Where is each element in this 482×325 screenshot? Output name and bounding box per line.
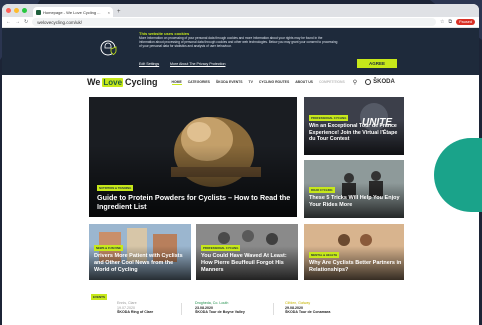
article-tag: NEWS & FUN FINE [94, 245, 123, 251]
article-title: These 5 Tricks Will Help You Enjoy Your … [309, 195, 400, 208]
forward-arrow-icon[interactable]: → [15, 19, 20, 25]
menu-home[interactable]: HOME [171, 80, 182, 85]
site-logo[interactable]: We Love Cycling [87, 77, 158, 87]
article-tag: NUTRITION & TRAINING [97, 185, 134, 191]
article-card-beuffeuil[interactable]: PROFESSIONAL CYCLING You Could Have Wave… [196, 224, 298, 280]
menu-skoda-events[interactable]: ŠKODA EVENTS [216, 80, 243, 85]
article-title: Win an Exceptional Tour de France Experi… [309, 123, 398, 142]
skoda-wordmark: ŠKODA [373, 79, 395, 85]
article-title: Why Are Cyclists Better Partners in Rela… [309, 260, 402, 273]
article-card-drivers[interactable]: NEWS & FUN FINE Drivers More Patient wit… [89, 224, 191, 280]
event-name: ŠKODA Ring of Clare [117, 310, 154, 315]
cookie-text: More information on processing of your p… [139, 36, 338, 48]
search-icon[interactable]: ⚲ [353, 79, 357, 86]
maximize-window-button[interactable] [22, 8, 27, 13]
back-arrow-icon[interactable]: ← [6, 19, 11, 25]
article-title: You Could Have Waved At Least: How Pierr… [201, 253, 287, 273]
tab-title: Homepage - We Love Cycling ... [43, 9, 101, 15]
cookie-shield-icon [100, 40, 117, 56]
events-tag: EVENTS [91, 294, 108, 300]
extension-icon[interactable]: ⧉ [449, 19, 453, 25]
skoda-logo[interactable]: ŠKODA [365, 79, 395, 85]
new-tab-button[interactable]: + [117, 7, 121, 17]
profile-paused-button[interactable]: Paused [456, 19, 475, 25]
tab-close-icon[interactable]: × [108, 10, 110, 15]
article-card-partners[interactable]: MENTAL & HEALTH Why Are Cyclists Better … [304, 224, 404, 280]
skoda-emblem-icon [365, 79, 372, 85]
logo-we: We [87, 77, 101, 87]
minimize-window-button[interactable] [14, 8, 19, 13]
menu-categories[interactable]: CATEGORIES [188, 80, 210, 85]
tab-bar: Homepage - We Love Cycling ... × + [2, 4, 479, 17]
article-tag: MENTAL & HEALTH [309, 252, 340, 258]
article-tag: PROFESSIONAL CYCLING [309, 115, 349, 121]
close-window-button[interactable] [6, 8, 11, 13]
menu-competitions[interactable]: COMPETITIONS [319, 80, 345, 85]
article-tag: PROFESSIONAL CYCLING [201, 245, 241, 251]
site-navigation: We Love Cycling HOME CATEGORIES ŠKODA EV… [87, 75, 407, 89]
article-card-hero[interactable]: NUTRITION & TRAINING Guide to Protein Po… [89, 97, 297, 217]
event-item[interactable]: Ennis, Clare 19.07.2020 ŠKODA Ring of Cl… [117, 301, 153, 315]
star-icon[interactable]: ☆ [440, 19, 444, 25]
article-tag: ROAD CYCLING [309, 187, 335, 193]
edit-settings-link[interactable]: Edit Settings [139, 62, 159, 66]
menu-cycling-routes[interactable]: CYCLING ROUTES [259, 80, 289, 85]
divider [181, 303, 182, 315]
cookie-banner: This website uses cookies More informati… [2, 28, 479, 75]
menu-tv[interactable]: TV [249, 80, 253, 85]
logo-love: Love [102, 77, 124, 87]
article-card-five-tricks[interactable]: ROAD CYCLING These 5 Tricks Will Help Yo… [304, 160, 404, 218]
privacy-link[interactable]: More About The Privacy Protection [170, 62, 225, 66]
event-name: ŠKODA Tour de Conamara [285, 310, 331, 315]
article-title: Drivers More Patient with Cyclists and O… [94, 253, 183, 273]
reload-icon[interactable]: ↻ [24, 19, 28, 25]
event-item[interactable]: Drogheda, Co. Louth 23.08.2020 ŠKODA Tou… [195, 301, 245, 315]
divider [273, 303, 274, 315]
menu-about-us[interactable]: ABOUT US [295, 80, 313, 85]
browser-tab[interactable]: Homepage - We Love Cycling ... × [33, 7, 113, 17]
window-controls [6, 4, 27, 17]
address-bar-row: ← → ↻ welovecycling.com/uk/ ☆ ⧉ Paused [2, 17, 479, 28]
article-title: Guide to Protein Powders for Cyclists – … [97, 193, 291, 211]
event-item[interactable]: Clifden, Galway 29.08.2020 ŠKODA Tour de… [285, 301, 330, 315]
events-strip: EVENTS Ennis, Clare 19.07.2020 ŠKODA Rin… [87, 294, 407, 324]
site-favicon-icon [36, 9, 41, 15]
article-card-tour-contest[interactable]: UNITE PROFESSIONAL CYCLING Win an Except… [304, 97, 404, 155]
main-menu: HOME CATEGORIES ŠKODA EVENTS TV CYCLING … [171, 80, 345, 85]
url-field[interactable]: welovecycling.com/uk/ [32, 18, 437, 26]
logo-cycling: Cycling [125, 77, 158, 87]
event-name: ŠKODA Tour de Boyne Valley [195, 310, 245, 315]
url-text: welovecycling.com/uk/ [37, 19, 82, 25]
agree-button[interactable]: AGREE [357, 59, 397, 68]
